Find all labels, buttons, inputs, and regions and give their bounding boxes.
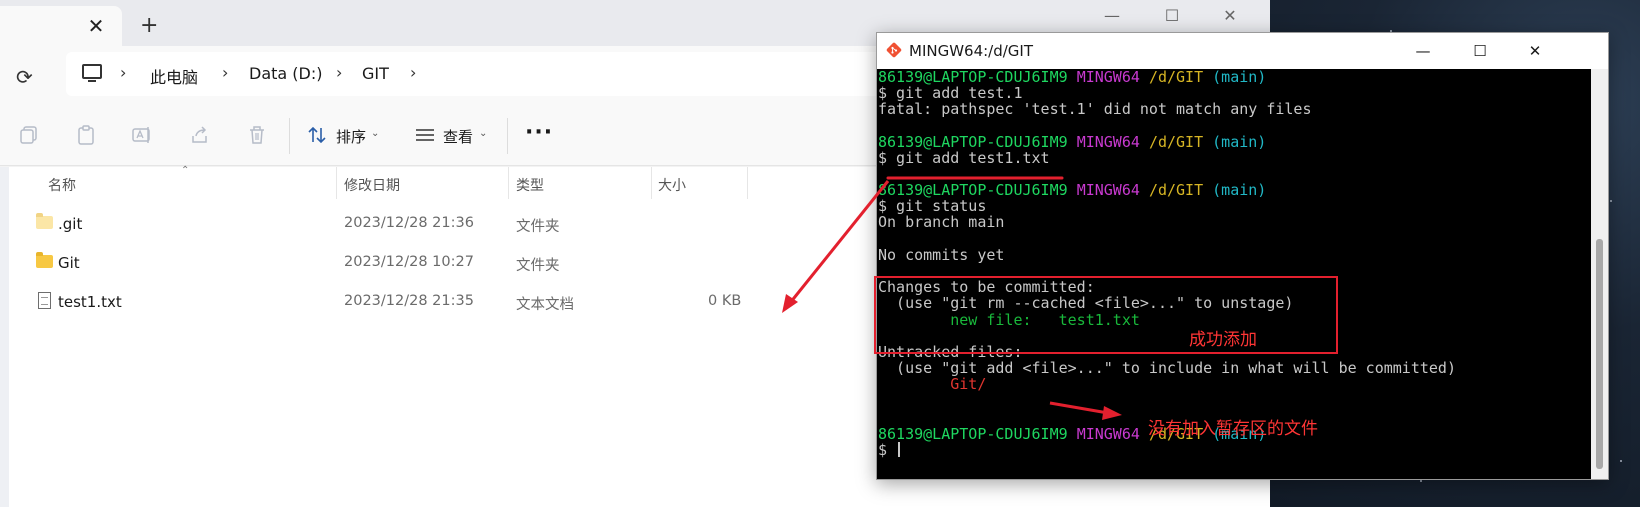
column-divider[interactable]	[336, 167, 337, 199]
paste-icon[interactable]	[75, 124, 97, 146]
column-divider[interactable]	[747, 167, 748, 199]
file-row[interactable]: test1.txt 2023/12/28 21:35 文本文档 0 KB	[0, 284, 760, 320]
column-divider[interactable]	[651, 167, 652, 199]
column-header-name[interactable]: 名称	[48, 175, 76, 195]
output-line: No commits yet	[878, 246, 1005, 264]
minimize-button[interactable]: —	[1092, 4, 1132, 28]
terminal-titlebar[interactable]: MINGW64:/d/GIT — ☐ ✕	[877, 33, 1608, 69]
column-header-modified[interactable]: 修改日期	[344, 175, 400, 195]
column-header-type[interactable]: 类型	[516, 175, 544, 195]
git-logo-icon	[886, 42, 902, 58]
text-document-icon	[38, 292, 51, 309]
file-type: 文件夹	[516, 258, 560, 274]
chevron-right-icon: ›	[410, 63, 417, 82]
file-type: 文本文档	[516, 297, 574, 313]
output-line: On branch main	[878, 213, 1005, 231]
more-options-button[interactable]: ···	[525, 120, 553, 145]
file-type: 文件夹	[516, 219, 560, 235]
toolbar-divider	[507, 118, 508, 154]
minimize-button[interactable]: —	[1408, 39, 1438, 63]
prompt-branch: (main)	[1212, 181, 1267, 199]
file-name: .git	[58, 215, 83, 233]
chevron-right-icon: ›	[222, 63, 229, 82]
rename-icon[interactable]	[131, 124, 153, 146]
chevron-right-icon: ›	[336, 63, 343, 82]
prompt-path: /d/GIT	[1148, 181, 1204, 199]
input-line[interactable]: $	[878, 441, 901, 459]
file-row[interactable]: .git 2023/12/28 21:36 文件夹	[0, 206, 760, 242]
command-line: $ git add test1.txt	[878, 149, 1050, 167]
close-window-button[interactable]: ✕	[1210, 4, 1250, 28]
file-row[interactable]: Git 2023/12/28 10:27 文件夹	[0, 245, 760, 281]
prompt-env: MINGW64	[1076, 133, 1140, 151]
prompt-env: MINGW64	[1076, 68, 1140, 86]
toolbar-divider	[289, 118, 290, 154]
copy-icon[interactable]	[18, 124, 40, 146]
new-tab-button[interactable]: +	[140, 13, 158, 38]
annotation-not-staged: 没有加入暂存区的文件	[1148, 419, 1318, 439]
folder-hidden-icon	[36, 213, 53, 229]
maximize-button[interactable]: ☐	[1152, 4, 1192, 28]
refresh-icon[interactable]: ⟳	[16, 65, 33, 89]
share-icon[interactable]	[189, 124, 211, 146]
breadcrumb-git[interactable]: GIT	[362, 64, 389, 83]
git-bash-terminal-window[interactable]: MINGW64:/d/GIT — ☐ ✕ 86139@LAPTOP-CDUJ6I…	[876, 32, 1609, 480]
maximize-button[interactable]: ☐	[1465, 39, 1495, 63]
file-modified: 2023/12/28 10:27	[344, 254, 474, 270]
chevron-down-icon: ⌄	[479, 128, 488, 139]
file-name: Git	[58, 254, 80, 272]
breadcrumb-data-drive[interactable]: Data (D:)	[249, 64, 322, 83]
text-cursor	[898, 442, 901, 457]
column-header-size[interactable]: 大小	[658, 175, 686, 195]
prompt-branch: (main)	[1212, 133, 1267, 151]
chevron-down-icon: ⌄	[371, 128, 380, 139]
error-line: fatal: pathspec 'test.1' did not match a…	[878, 100, 1312, 118]
highlight-box-staged	[874, 276, 1338, 354]
chevron-right-icon: ›	[120, 63, 127, 82]
prompt-branch: (main)	[1212, 68, 1267, 86]
tab-current[interactable]: ✕	[0, 6, 122, 46]
view-button[interactable]: 查看	[443, 126, 473, 147]
close-window-button[interactable]: ✕	[1520, 39, 1550, 63]
file-name: test1.txt	[58, 293, 122, 311]
terminal-title: MINGW64:/d/GIT	[909, 42, 1034, 60]
terminal-scrollbar[interactable]	[1591, 69, 1608, 479]
prompt-path: /d/GIT	[1148, 68, 1204, 86]
prompt-path: /d/GIT	[1148, 133, 1204, 151]
delete-icon[interactable]	[246, 124, 268, 146]
prompt-env: MINGW64	[1076, 425, 1140, 443]
file-size: 0 KB	[708, 293, 742, 309]
prompt-env: MINGW64	[1076, 181, 1140, 199]
sort-icon[interactable]	[306, 124, 328, 146]
scrollbar-thumb[interactable]	[1596, 239, 1603, 469]
column-divider[interactable]	[508, 167, 509, 199]
folder-icon	[36, 252, 53, 268]
prompt-symbol: $	[878, 441, 897, 459]
computer-icon	[82, 64, 102, 82]
view-icon[interactable]	[414, 124, 436, 146]
sort-ascending-icon: ⌃	[181, 165, 190, 176]
prompt-user-host: 86139@LAPTOP-CDUJ6IM9	[878, 425, 1068, 443]
sort-button[interactable]: 排序	[336, 126, 366, 147]
file-modified: 2023/12/28 21:36	[344, 215, 474, 231]
annotation-success: 成功添加	[1189, 330, 1257, 350]
untracked-file-line: Git/	[878, 375, 987, 393]
close-tab-icon[interactable]: ✕	[84, 14, 108, 38]
file-modified: 2023/12/28 21:35	[344, 293, 474, 309]
breadcrumb-this-pc[interactable]: 此电脑	[150, 64, 198, 88]
